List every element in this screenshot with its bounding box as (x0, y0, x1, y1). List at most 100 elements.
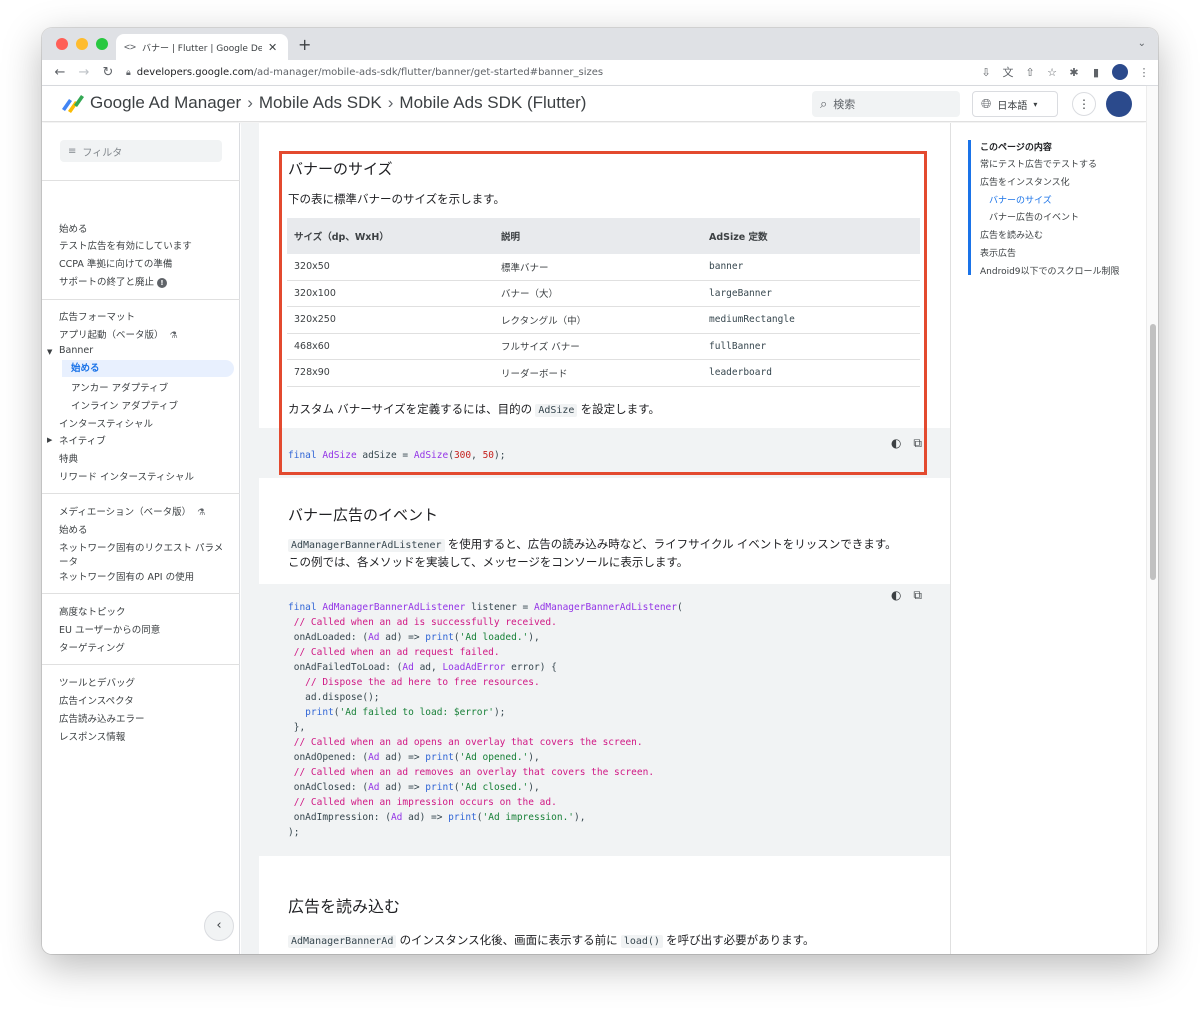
toc-item-banner-sizes[interactable]: バナーのサイズ (989, 193, 1052, 206)
table-of-contents: このページの内容 常にテスト広告でテストする 広告をインスタンス化 バナーのサイ… (950, 123, 1146, 954)
new-tab-button[interactable]: + (298, 35, 311, 54)
listener-inline-code: AdManagerBannerAdListener (288, 539, 445, 552)
flask-icon: ⚗ (169, 330, 178, 341)
user-avatar[interactable] (1106, 91, 1132, 117)
sidebar-item-ccpa[interactable]: CCPA 準拠に向けての準備 (59, 256, 172, 270)
sidebar-item-network-params[interactable]: ネットワーク固有のリクエスト パラメ ータ (59, 540, 223, 568)
load-text: AdManagerBannerAd のインスタンス化後、画面に表示する前に lo… (288, 932, 815, 948)
sidebar-item-inline-adaptive[interactable]: インライン アダプティブ (71, 398, 178, 412)
breadcrumb-item-flutter[interactable]: Mobile Ads SDK (Flutter) (399, 93, 586, 112)
sidebar-item-test-ads[interactable]: テスト広告を有効にしています (59, 238, 192, 252)
toc-title: このページの内容 (980, 143, 1052, 153)
search-icon: ⌕ (820, 96, 828, 112)
extensions-puzzle-icon[interactable]: ✱ (1068, 66, 1080, 79)
sidebar-item-network-api[interactable]: ネットワーク固有の API の使用 (59, 569, 194, 583)
toc-item-display-ad[interactable]: 表示広告 (980, 246, 1016, 259)
copy-icon[interactable]: ⧉ (913, 588, 922, 603)
sidebar-item-label: メディエーション（ベータ版） (59, 507, 192, 518)
side-panel-icon[interactable]: ▮ (1090, 66, 1102, 79)
translate-icon[interactable]: 文 (1002, 64, 1014, 80)
sidebar-item-banner-get-started[interactable]: 始める (62, 360, 234, 377)
toc-item-test-ads[interactable]: 常にテスト広告でテストする (980, 157, 1097, 170)
more-options-icon[interactable]: ⋮ (1072, 92, 1096, 116)
toc-item-scroll-limit[interactable]: Android9以下でのスクロール制限 (980, 264, 1120, 277)
code-line: onAdFailedToLoad: (Ad ad, LoadAdError er… (288, 662, 557, 673)
load-inline-code: load() (620, 935, 663, 948)
breadcrumb-separator: › (387, 93, 394, 112)
left-nav: ≡ フィルタ 始める テスト広告を有効にしています CCPA 準拠に向けての準備… (42, 123, 240, 954)
sidebar-item-ad-formats[interactable]: 広告フォーマット (59, 309, 135, 323)
load-text-b: を呼び出す必要があります。 (666, 935, 815, 947)
install-icon[interactable]: ⇩ (980, 66, 992, 79)
sidebar-item-rewarded-interstitial[interactable]: リワード インタースティシャル (59, 469, 194, 483)
code-line: onAdLoaded: (Ad ad) => print('Ad loaded.… (288, 632, 540, 643)
sidebar-item-label-cont: ータ (59, 557, 79, 568)
sidebar-item-native[interactable]: ネイティブ (59, 433, 106, 447)
forward-arrow-icon[interactable]: → (72, 65, 96, 80)
maximize-window-button[interactable] (96, 38, 108, 50)
code-block-listener: ◐ ⧉ final AdManagerBannerAdListener list… (259, 584, 950, 856)
toc-item-banner-events[interactable]: バナー広告のイベント (989, 210, 1079, 223)
code-line: ad.dispose(); (288, 692, 380, 703)
caret-down-icon[interactable]: ▼ (47, 348, 52, 356)
sidebar-item-label: サポートの終了と廃止 (59, 277, 155, 288)
divider (42, 180, 240, 181)
code-icon: <> (124, 41, 137, 53)
scrollbar-thumb[interactable] (1150, 324, 1156, 580)
filter-input[interactable]: ≡ フィルタ (60, 140, 222, 162)
sidebar-item-app-open[interactable]: アプリ起動（ベータ版） ⚗ (59, 327, 178, 341)
menu-kebab-icon[interactable]: ⋮ (1138, 66, 1150, 79)
back-arrow-icon[interactable]: ← (48, 65, 72, 80)
breadcrumb: Google Ad Manager › Mobile Ads SDK › Mobile … (90, 93, 586, 113)
sidebar-item-response-info[interactable]: レスポンス情報 (59, 729, 125, 743)
share-icon[interactable]: ⇧ (1024, 66, 1036, 79)
divider (42, 664, 240, 665)
sidebar-item-ad-inspector[interactable]: 広告インスペクタ (59, 693, 134, 707)
dropdown-arrow-icon: ▾ (1033, 99, 1038, 109)
code-line: // Called when an ad removes an overlay … (288, 767, 655, 778)
close-window-button[interactable] (56, 38, 68, 50)
code-line: // Called when an impression occurs on t… (288, 797, 557, 808)
sidebar-item-interstitial[interactable]: インタースティシャル (59, 416, 153, 430)
browser-tab[interactable]: <> バナー | Flutter | Google Developers ✕ (116, 34, 288, 60)
sidebar-item-banner[interactable]: Banner (59, 345, 93, 356)
sidebar-item-load-errors[interactable]: 広告読み込みエラー (59, 711, 145, 725)
toc-item-load-ad[interactable]: 広告を読み込む (980, 228, 1043, 241)
caret-right-icon[interactable]: ▶ (47, 436, 52, 444)
sidebar-item-advanced[interactable]: 高度なトピック (59, 604, 126, 618)
search-input[interactable]: ⌕ 検索 (812, 91, 960, 117)
divider (42, 593, 240, 594)
events-text-1-body: を使用すると、広告の読み込み時など、ライフサイクル イベントをリッスンできます。 (447, 539, 897, 551)
minimize-window-button[interactable] (76, 38, 88, 50)
reload-icon[interactable]: ↻ (96, 65, 120, 80)
sidebar-item-rewarded[interactable]: 特典 (59, 451, 78, 465)
profile-avatar[interactable] (1112, 64, 1128, 80)
language-select[interactable]: 🌐︎ 日本語 ▾ (972, 91, 1058, 117)
sidebar-item-label: ネットワーク固有のリクエスト パラメ (59, 543, 224, 554)
sidebar-item-eu-consent[interactable]: EU ユーザーからの同意 (59, 622, 160, 636)
code-line: ); (288, 827, 300, 838)
breadcrumb-item-sdk[interactable]: Mobile Ads SDK (259, 93, 382, 112)
sidebar-item-anchor-adaptive[interactable]: アンカー アダプティブ (71, 380, 168, 394)
url-field[interactable]: 🔒︎ developers.google.com/ad-manager/mobi… (126, 67, 603, 78)
sidebar-item-mediation-get-started[interactable]: 始める (59, 522, 88, 536)
bookmark-star-icon[interactable]: ☆ (1046, 66, 1058, 79)
code-line: onAdClosed: (Ad ad) => print('Ad closed.… (288, 782, 540, 793)
ad-manager-logo-icon[interactable] (60, 95, 88, 113)
heading-load-ad: 広告を読み込む (288, 899, 401, 916)
tab-close-icon[interactable]: ✕ (268, 41, 277, 54)
url-host: developers.google.com (136, 67, 254, 78)
sidebar-item-targeting[interactable]: ターゲティング (59, 640, 125, 654)
toc-item-instantiate[interactable]: 広告をインスタンス化 (980, 175, 1070, 188)
dark-mode-icon[interactable]: ◐ (891, 588, 901, 603)
chevron-down-icon[interactable]: ⌄ (1138, 38, 1146, 49)
sidebar-item-mediation[interactable]: メディエーション（ベータ版） ⚗ (59, 504, 205, 518)
sidebar-item-get-started[interactable]: 始める (59, 221, 88, 235)
events-text-2: この例では、各メソッドを実装して、メッセージをコンソールに表示します。 (288, 557, 689, 569)
highlight-box (279, 151, 927, 475)
lock-icon: 🔒︎ (126, 67, 131, 78)
sidebar-item-tools[interactable]: ツールとデバッグ (59, 675, 135, 689)
collapse-sidebar-icon[interactable]: ‹ (204, 911, 234, 941)
sidebar-item-deprecation[interactable]: サポートの終了と廃止! (59, 274, 168, 288)
brand-name[interactable]: Google Ad Manager (90, 93, 241, 112)
